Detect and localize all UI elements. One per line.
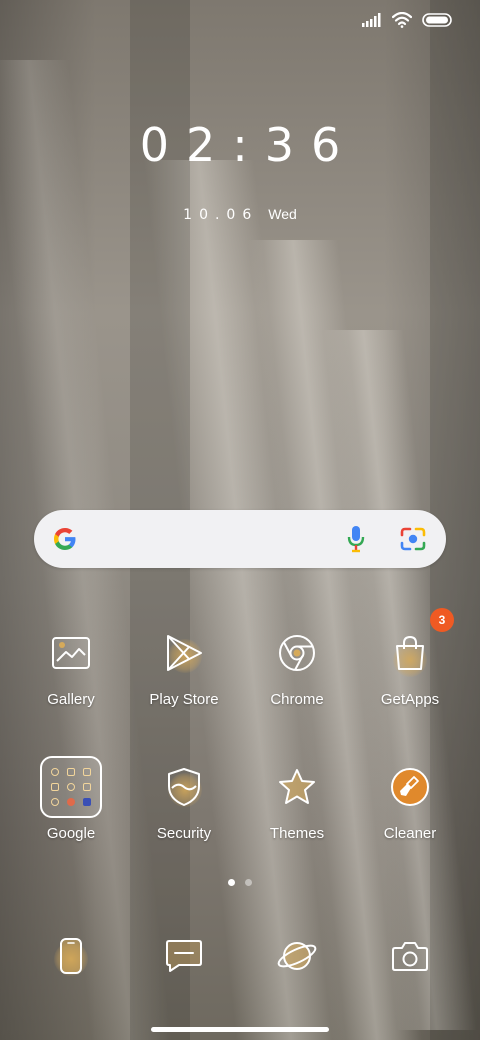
clock-time[interactable]: 02:36 (0, 118, 480, 172)
play-store-icon (167, 635, 202, 671)
status-bar (362, 12, 452, 28)
app-label: Themes (269, 825, 325, 842)
google-lens-icon[interactable] (400, 527, 426, 551)
app-themes[interactable]: Themes (242, 755, 352, 842)
security-shield-icon (168, 768, 200, 806)
app-label: Play Store (149, 691, 219, 708)
page-dot (245, 879, 252, 886)
app-getapps[interactable]: 3 GetApps (355, 608, 465, 708)
cleaner-brush-icon (391, 768, 429, 806)
google-folder-icon (40, 756, 102, 818)
google-g-icon (54, 528, 76, 550)
dock-messages[interactable] (152, 924, 216, 988)
microphone-icon[interactable] (346, 525, 366, 553)
wifi-icon (392, 12, 412, 28)
google-search-bar[interactable] (34, 510, 446, 568)
chrome-icon (279, 635, 315, 671)
app-label: Security (156, 825, 212, 842)
weekday-text: Wed (268, 206, 297, 222)
app-label: Cleaner (383, 825, 437, 842)
app-label: Gallery (47, 691, 95, 708)
app-label: Chrome (270, 691, 324, 708)
app-chrome[interactable]: Chrome (242, 621, 352, 708)
clock-date[interactable]: 10.06 Wed (0, 206, 480, 223)
app-label: Google (46, 825, 96, 842)
page-dot-active (228, 879, 235, 886)
dock-phone[interactable] (39, 924, 103, 988)
signal-icon (362, 13, 381, 27)
gesture-navigation-bar[interactable] (151, 1027, 329, 1032)
battery-icon (422, 13, 452, 27)
gallery-icon (52, 637, 90, 669)
phone-icon (60, 938, 82, 974)
themes-star-icon (279, 769, 315, 804)
camera-icon (392, 942, 428, 971)
browser-planet-icon (277, 942, 317, 970)
date-text: 10.06 (183, 207, 259, 223)
app-play-store[interactable]: Play Store (129, 621, 239, 708)
notification-badge: 3 (430, 608, 454, 632)
app-google-folder[interactable]: Google (16, 755, 126, 842)
page-indicator[interactable] (228, 879, 252, 886)
messages-icon (166, 940, 202, 972)
dock-camera[interactable] (378, 924, 442, 988)
app-label: GetApps (380, 691, 440, 708)
app-security[interactable]: Security (129, 755, 239, 842)
app-cleaner[interactable]: Cleaner (355, 755, 465, 842)
dock-browser[interactable] (265, 924, 329, 988)
app-gallery[interactable]: Gallery (16, 621, 126, 708)
getapps-icon (396, 635, 424, 670)
